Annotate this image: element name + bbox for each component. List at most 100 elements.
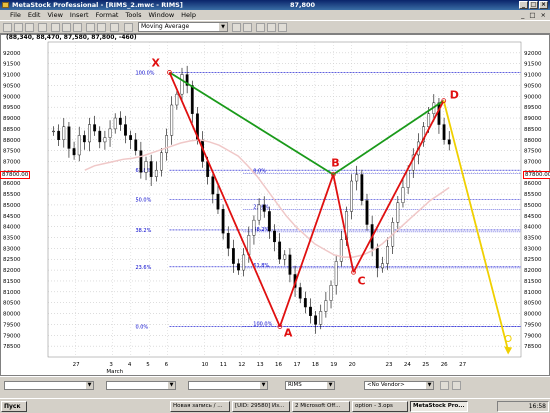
task-button-2[interactable]: [UID: 29580] Из... <box>232 401 290 412</box>
play-icon[interactable] <box>452 381 461 390</box>
menu-tools[interactable]: Tools <box>125 10 141 20</box>
candle-body <box>180 74 184 95</box>
text-tool-icon[interactable] <box>278 23 287 32</box>
candle-body <box>82 135 86 143</box>
copy-icon[interactable] <box>62 23 71 32</box>
menu-edit[interactable]: Edit <box>28 10 41 20</box>
y-tick-label-left: 91000 <box>3 73 21 79</box>
candle-body <box>267 211 271 232</box>
line-style-combo[interactable]: ▼ <box>4 381 94 390</box>
explorer-icon[interactable] <box>86 23 95 32</box>
task-button-5[interactable]: MetaStock Pro... <box>410 401 468 412</box>
y-tick-label-right: 91000 <box>524 73 542 79</box>
candle-body <box>144 161 148 173</box>
cut-icon[interactable] <box>51 23 60 32</box>
color-combo[interactable]: ▼ <box>188 381 268 390</box>
title-bar: MetaStock Professional - [RIMS_2.mwc - R… <box>0 0 550 10</box>
child-close-button[interactable]: × <box>541 10 546 20</box>
candle-body <box>211 176 215 195</box>
y-tick-label-right: 79000 <box>524 333 542 339</box>
new-icon[interactable] <box>3 23 12 32</box>
candle-body <box>98 130 102 143</box>
candle-body <box>154 169 158 177</box>
menu-window[interactable]: Window <box>149 10 175 20</box>
child-minimize-button[interactable]: _ <box>521 10 524 20</box>
menu-bar: File Edit View Insert Format Tools Windo… <box>0 10 550 20</box>
y-tick-label-left: 79500 <box>3 322 21 328</box>
symbol-combo[interactable]: RIMS ▼ <box>285 381 335 390</box>
candle-body <box>298 287 302 299</box>
vendor-combo[interactable]: <No Vendor> ▼ <box>364 381 434 390</box>
candle-body <box>57 130 61 140</box>
candle-body <box>350 180 353 212</box>
open-icon[interactable] <box>14 23 23 32</box>
y-tick-label-right: 80500 <box>524 301 542 307</box>
y-tick-label-left: 80000 <box>3 312 21 318</box>
y-tick-label-left: 80500 <box>3 301 21 307</box>
line-width-combo[interactable]: ▼ <box>106 381 176 390</box>
indicator-icon[interactable] <box>110 23 119 32</box>
task-button-1[interactable]: Новая запись / ... <box>170 401 230 412</box>
candle-body <box>355 174 359 182</box>
candle-body <box>134 139 138 151</box>
zoom-out-icon[interactable] <box>243 23 252 32</box>
fib-label: 100.0% <box>135 70 154 76</box>
chevron-down-icon[interactable]: ▼ <box>86 382 93 389</box>
x-tick-label: 23 <box>385 362 392 368</box>
price-chart[interactable]: 92000 92000 91500 91500 91000 91000 90500 90500… <box>0 34 550 376</box>
print-icon[interactable] <box>38 23 47 32</box>
candle-body <box>216 193 220 210</box>
candle-body <box>129 135 133 140</box>
line-tool-icon[interactable] <box>256 23 265 32</box>
candle-body <box>103 137 107 143</box>
close-button[interactable]: × <box>539 1 548 9</box>
y-tick-label-left: 92000 <box>3 51 21 57</box>
menu-insert[interactable]: Insert <box>70 10 89 20</box>
refresh-icon[interactable] <box>440 381 449 390</box>
start-button[interactable]: Пуск <box>1 401 27 412</box>
save-icon[interactable] <box>25 23 34 32</box>
window-title: MetaStock Professional - [RIMS_2.mwc - R… <box>12 1 183 9</box>
fibonacci-tool-icon[interactable] <box>267 23 276 32</box>
candle-body <box>124 124 127 136</box>
menu-format[interactable]: Format <box>96 10 119 20</box>
function-icon[interactable] <box>124 23 133 32</box>
task-button-4[interactable]: option - 3.ops <box>352 401 408 412</box>
zoom-in-icon[interactable] <box>232 23 241 32</box>
y-tick-label-left: 91500 <box>3 62 21 68</box>
menu-help[interactable]: Help <box>181 10 196 20</box>
y-tick-label-left: 89000 <box>3 116 21 122</box>
minimize-button[interactable]: _ <box>519 1 528 9</box>
candle-body <box>437 102 441 125</box>
y-tick-label-left: 84500 <box>3 214 21 220</box>
y-tick-label-left: 79000 <box>3 333 21 339</box>
task-button-3[interactable]: 2 Microsoft Off... <box>292 401 350 412</box>
expert-icon[interactable] <box>97 23 106 32</box>
child-restore-button[interactable]: □ <box>529 10 535 20</box>
chevron-down-icon[interactable]: ▼ <box>260 382 267 389</box>
y-tick-label-right: 83000 <box>524 246 542 252</box>
menu-file[interactable]: File <box>10 10 21 20</box>
candle-body <box>77 135 81 156</box>
y-tick-label-left: 78500 <box>3 344 21 350</box>
candle-body <box>252 219 256 236</box>
chevron-down-icon[interactable]: ▼ <box>168 382 175 389</box>
menu-view[interactable]: View <box>47 10 62 20</box>
app-icon <box>2 2 9 8</box>
candle-body <box>396 202 400 223</box>
y-tick-label-left: 88500 <box>3 127 21 133</box>
x-tick-label: 5 <box>146 362 150 368</box>
vendor-combo-value: <No Vendor> <box>367 382 405 388</box>
maximize-button[interactable]: □ <box>529 1 538 9</box>
candle-body <box>283 254 287 260</box>
y-tick-label-left: 90000 <box>3 94 21 100</box>
chevron-down-icon[interactable]: ▼ <box>426 382 433 389</box>
chevron-down-icon[interactable]: ▼ <box>219 23 227 31</box>
paste-icon[interactable] <box>73 23 82 32</box>
candle-body <box>93 124 97 132</box>
y-tick-label-right: 85000 <box>524 203 542 209</box>
indicator-select[interactable]: Moving Average ▼ <box>138 22 228 32</box>
y-tick-label-right: 87500 <box>524 149 542 155</box>
chevron-down-icon[interactable]: ▼ <box>327 382 334 389</box>
candle-body <box>381 263 384 269</box>
